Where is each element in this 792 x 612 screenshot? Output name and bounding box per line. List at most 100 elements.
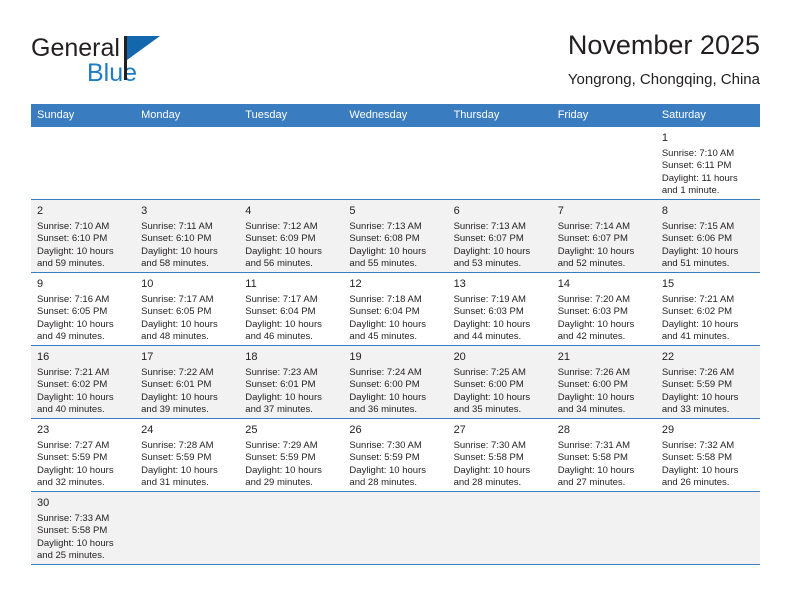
weekday-header-row: Sunday Monday Tuesday Wednesday Thursday… <box>31 104 760 127</box>
day-number: 1 <box>661 132 668 144</box>
day-cell-empty <box>135 127 240 200</box>
day-cell[interactable]: 24 Sunrise: 7:28 AM Sunset: 5:59 PM Dayl… <box>135 418 240 492</box>
day-cell[interactable]: 15 Sunrise: 7:21 AM Sunset: 6:02 PM Dayl… <box>655 272 760 346</box>
day-cell[interactable]: 17 Sunrise: 7:22 AM Sunset: 6:01 PM Dayl… <box>135 345 240 419</box>
sunrise-sunset-calendar: Sunday Monday Tuesday Wednesday Thursday… <box>31 104 760 565</box>
daylight-text-line2: and 25 minutes. <box>37 550 105 562</box>
sunset-text: Sunset: 6:02 PM <box>661 306 733 318</box>
day-number: 6 <box>453 205 460 217</box>
day-cell[interactable]: 30 Sunrise: 7:33 AM Sunset: 5:58 PM Dayl… <box>31 491 136 565</box>
daylight-text-line1: Daylight: 10 hours <box>37 391 114 403</box>
day-cell[interactable]: 8 Sunrise: 7:15 AM Sunset: 6:06 PM Dayli… <box>655 199 760 273</box>
day-number: 23 <box>37 424 50 436</box>
day-cell[interactable]: 13 Sunrise: 7:19 AM Sunset: 6:03 PM Dayl… <box>447 272 552 346</box>
sunrise-text: Sunrise: 7:29 AM <box>245 440 318 451</box>
daylight-text-line1: Daylight: 10 hours <box>453 391 531 403</box>
daylight-text-line1: Daylight: 10 hours <box>661 464 739 476</box>
page-title: November 2025 <box>567 30 760 60</box>
sunset-text: Sunset: 6:10 PM <box>141 233 212 245</box>
daylight-text-line2: and 31 minutes. <box>141 477 209 489</box>
daylight-text-line1: Daylight: 10 hours <box>453 245 531 257</box>
weekday-header-wednesday: Wednesday <box>343 104 448 127</box>
daylight-text-line1: Daylight: 10 hours <box>245 464 322 476</box>
day-number: 26 <box>349 424 362 436</box>
sunset-text: Sunset: 5:59 PM <box>37 452 108 464</box>
day-cell[interactable]: 9 Sunrise: 7:16 AM Sunset: 6:05 PM Dayli… <box>31 272 136 346</box>
day-cell[interactable]: 20 Sunrise: 7:25 AM Sunset: 6:00 PM Dayl… <box>447 345 552 419</box>
sunrise-text: Sunrise: 7:23 AM <box>245 367 318 378</box>
day-cell[interactable]: 21 Sunrise: 7:26 AM Sunset: 6:00 PM Dayl… <box>551 345 656 419</box>
daylight-text-line2: and 42 minutes. <box>557 331 626 343</box>
sunset-text: Sunset: 6:06 PM <box>661 233 733 245</box>
daylight-text-line1: Daylight: 10 hours <box>37 464 114 476</box>
day-cell[interactable]: 18 Sunrise: 7:23 AM Sunset: 6:01 PM Dayl… <box>239 345 344 419</box>
day-number: 17 <box>141 351 154 363</box>
daylight-text-line1: Daylight: 10 hours <box>557 318 635 330</box>
sunrise-text: Sunrise: 7:27 AM <box>37 440 110 451</box>
sunrise-text: Sunrise: 7:15 AM <box>661 221 735 232</box>
day-cell[interactable]: 19 Sunrise: 7:24 AM Sunset: 6:00 PM Dayl… <box>343 345 448 419</box>
day-number: 7 <box>557 205 564 217</box>
day-cell-empty <box>343 491 448 565</box>
day-cell[interactable]: 11 Sunrise: 7:17 AM Sunset: 6:04 PM Dayl… <box>239 272 344 346</box>
daylight-text-line2: and 56 minutes. <box>245 258 313 270</box>
daylight-text-line2: and 39 minutes. <box>141 404 209 416</box>
sunrise-text: Sunrise: 7:25 AM <box>453 367 526 378</box>
day-number: 27 <box>453 424 466 436</box>
day-cell[interactable]: 28 Sunrise: 7:31 AM Sunset: 5:58 PM Dayl… <box>551 418 656 492</box>
sunset-text: Sunset: 5:59 PM <box>661 379 733 391</box>
day-cell[interactable]: 29 Sunrise: 7:32 AM Sunset: 5:58 PM Dayl… <box>655 418 760 492</box>
daylight-text-line1: Daylight: 10 hours <box>453 464 531 476</box>
weekday-header-friday: Friday <box>551 104 656 127</box>
sunrise-text: Sunrise: 7:26 AM <box>557 367 631 378</box>
daylight-text-line2: and 58 minutes. <box>141 258 209 270</box>
week-row: 1 Sunrise: 7:10 AM Sunset: 6:11 PM Dayli… <box>31 127 760 200</box>
brand-logo[interactable]: General Blue <box>31 34 271 94</box>
day-number: 3 <box>141 205 148 217</box>
daylight-text-line1: Daylight: 10 hours <box>557 245 635 257</box>
daylight-text-line1: Daylight: 10 hours <box>349 464 426 476</box>
sunrise-text: Sunrise: 7:22 AM <box>141 367 214 378</box>
sunrise-text: Sunrise: 7:17 AM <box>141 294 214 305</box>
daylight-text-line1: Daylight: 10 hours <box>557 464 635 476</box>
sunrise-text: Sunrise: 7:17 AM <box>245 294 318 305</box>
daylight-text-line2: and 53 minutes. <box>453 258 522 270</box>
daylight-text-line2: and 36 minutes. <box>349 404 418 416</box>
day-cell[interactable]: 25 Sunrise: 7:29 AM Sunset: 5:59 PM Dayl… <box>239 418 344 492</box>
daylight-text-line2: and 44 minutes. <box>453 331 522 343</box>
sunrise-text: Sunrise: 7:28 AM <box>141 440 214 451</box>
day-cell[interactable]: 10 Sunrise: 7:17 AM Sunset: 6:05 PM Dayl… <box>135 272 240 346</box>
sunset-text: Sunset: 6:02 PM <box>37 379 108 391</box>
daylight-text-line1: Daylight: 10 hours <box>661 245 739 257</box>
sunset-text: Sunset: 5:58 PM <box>37 525 108 537</box>
day-cell[interactable]: 6 Sunrise: 7:13 AM Sunset: 6:07 PM Dayli… <box>447 199 552 273</box>
day-cell-empty <box>239 491 344 565</box>
day-cell[interactable]: 14 Sunrise: 7:20 AM Sunset: 6:03 PM Dayl… <box>551 272 656 346</box>
day-cell-empty <box>239 127 344 200</box>
day-cell[interactable]: 26 Sunrise: 7:30 AM Sunset: 5:59 PM Dayl… <box>343 418 448 492</box>
day-cell-empty <box>551 127 656 200</box>
day-cell[interactable]: 27 Sunrise: 7:30 AM Sunset: 5:58 PM Dayl… <box>447 418 552 492</box>
daylight-text-line2: and 37 minutes. <box>245 404 313 416</box>
day-cell[interactable]: 23 Sunrise: 7:27 AM Sunset: 5:59 PM Dayl… <box>31 418 136 492</box>
sunrise-text: Sunrise: 7:30 AM <box>453 440 526 451</box>
day-cell[interactable]: 1 Sunrise: 7:10 AM Sunset: 6:11 PM Dayli… <box>655 127 760 200</box>
weekday-header-tuesday: Tuesday <box>239 104 344 127</box>
day-cell[interactable]: 3 Sunrise: 7:11 AM Sunset: 6:10 PM Dayli… <box>135 199 240 273</box>
day-number: 15 <box>661 278 675 290</box>
day-cell[interactable]: 22 Sunrise: 7:26 AM Sunset: 5:59 PM Dayl… <box>655 345 760 419</box>
daylight-text-line1: Daylight: 11 hours <box>661 172 738 184</box>
sunrise-text: Sunrise: 7:16 AM <box>37 294 110 305</box>
day-cell[interactable]: 16 Sunrise: 7:21 AM Sunset: 6:02 PM Dayl… <box>31 345 136 419</box>
day-cell[interactable]: 4 Sunrise: 7:12 AM Sunset: 6:09 PM Dayli… <box>239 199 344 273</box>
day-cell[interactable]: 7 Sunrise: 7:14 AM Sunset: 6:07 PM Dayli… <box>551 199 656 273</box>
daylight-text-line1: Daylight: 10 hours <box>141 318 218 330</box>
sunset-text: Sunset: 6:07 PM <box>453 233 524 245</box>
week-row: 9 Sunrise: 7:16 AM Sunset: 6:05 PM Dayli… <box>31 272 760 346</box>
day-cell[interactable]: 2 Sunrise: 7:10 AM Sunset: 6:10 PM Dayli… <box>31 199 136 273</box>
day-number: 28 <box>557 424 570 436</box>
sunrise-text: Sunrise: 7:13 AM <box>349 221 422 232</box>
day-cell[interactable]: 12 Sunrise: 7:18 AM Sunset: 6:04 PM Dayl… <box>343 272 448 346</box>
day-cell[interactable]: 5 Sunrise: 7:13 AM Sunset: 6:08 PM Dayli… <box>343 199 448 273</box>
daylight-text-line2: and 51 minutes. <box>661 258 730 270</box>
